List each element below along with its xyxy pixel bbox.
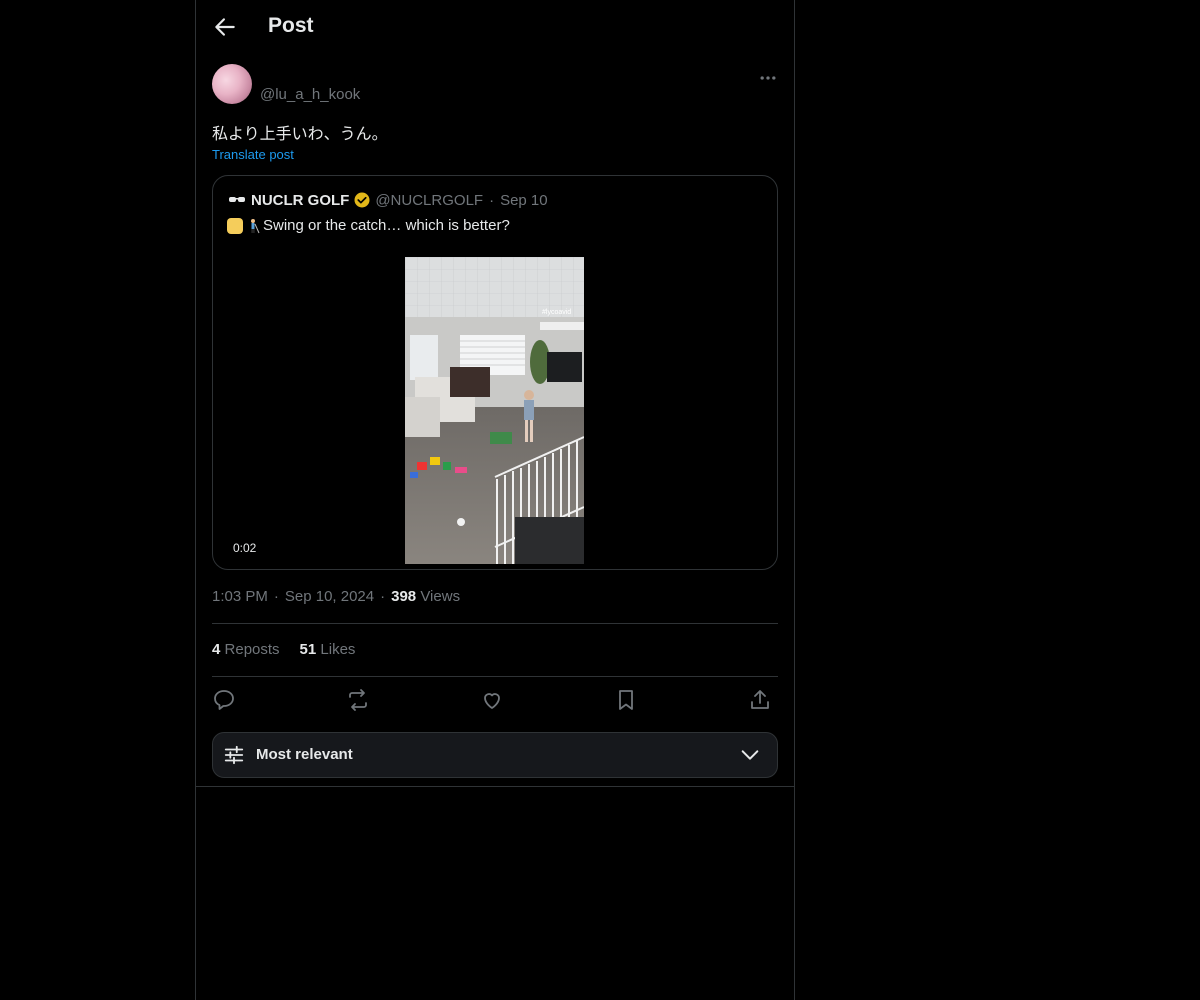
quoted-author-handle[interactable]: @NUCLRGOLF [375, 192, 483, 209]
action-bar [212, 686, 778, 716]
bookmark-icon[interactable] [614, 688, 638, 712]
reposts-label: Reposts [224, 641, 280, 658]
video-thumbnail[interactable]: #lycoavid [405, 257, 584, 564]
separator-dot: · [380, 588, 386, 605]
quoted-date[interactable]: Sep 10 [500, 192, 548, 209]
woman-emoji-icon [227, 217, 243, 234]
quoted-post[interactable]: NUCLR GOLF @NUCLRGOLF · Sep 10 Swing or … [212, 175, 778, 570]
video-watermark: #lycoavid [542, 309, 571, 316]
arrow-left-icon[interactable] [212, 14, 238, 40]
quoted-author-name[interactable]: NUCLR GOLF [251, 192, 349, 209]
quoted-avatar[interactable] [227, 190, 247, 210]
post-time[interactable]: 1:03 PM [212, 588, 268, 605]
likes-stat[interactable]: 51 Likes [300, 641, 356, 658]
avatar[interactable] [212, 64, 252, 104]
reposts-stat[interactable]: 4 Reposts [212, 641, 280, 658]
translate-post-link[interactable]: Translate post [212, 147, 294, 162]
divider [212, 623, 778, 624]
sliders-icon [224, 745, 244, 765]
more-horizontal-icon[interactable] [758, 68, 778, 88]
separator-dot: · [273, 588, 279, 605]
chevron-down-icon [741, 750, 759, 760]
reposts-count: 4 [212, 641, 221, 658]
golfer-emoji-icon [251, 218, 260, 233]
post-text: 私より上手いわ、うん。 [212, 126, 388, 143]
sort-label: Most relevant [256, 746, 353, 763]
post-column: Post @lu_a_h_kook 私より上手いわ、うん。 Translate … [195, 0, 795, 1000]
quoted-post-header: NUCLR GOLF @NUCLRGOLF · Sep 10 [227, 190, 548, 210]
post-author: @lu_a_h_kook [212, 64, 778, 108]
heart-icon[interactable] [480, 688, 504, 712]
quoted-text: Swing or the catch… which is better? [227, 217, 510, 234]
share-icon[interactable] [748, 688, 772, 712]
likes-label: Likes [320, 641, 356, 658]
views-label: Views [420, 588, 461, 605]
sunglasses-icon [229, 197, 245, 202]
verified-badge-icon [354, 192, 370, 208]
views: 398 Views [391, 588, 460, 605]
page-title: Post [268, 14, 314, 37]
header: Post [196, 0, 794, 54]
sort-replies-dropdown[interactable]: Most relevant [212, 732, 778, 778]
divider [212, 676, 778, 677]
post-stats: 4 Reposts 51 Likes [212, 641, 355, 658]
views-count: 398 [391, 588, 417, 605]
repost-icon[interactable] [346, 688, 370, 712]
quoted-text-body: Swing or the catch… which is better? [263, 217, 510, 234]
reply-icon[interactable] [212, 688, 236, 712]
video-duration: 0:02 [227, 539, 263, 557]
post-meta: 1:03 PM · Sep 10, 2024 · 398 Views [212, 588, 460, 605]
separator-dot: · [489, 191, 495, 209]
author-handle[interactable]: @lu_a_h_kook [260, 86, 360, 103]
post-date[interactable]: Sep 10, 2024 [285, 588, 374, 605]
likes-count: 51 [299, 641, 317, 658]
divider [196, 786, 794, 787]
